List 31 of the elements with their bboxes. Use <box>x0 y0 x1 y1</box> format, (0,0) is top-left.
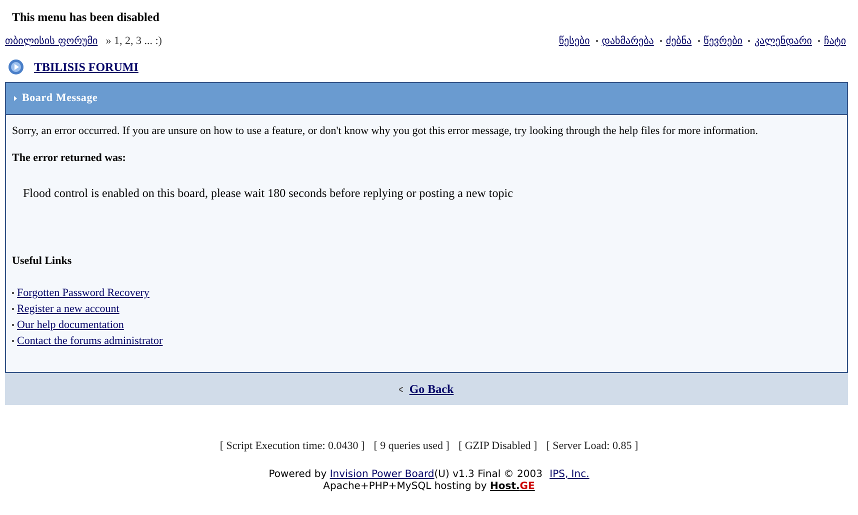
arrow-icon <box>14 96 17 101</box>
nav-link[interactable]: წესები <box>558 34 590 48</box>
nav-link[interactable]: ჩატი <box>824 34 846 48</box>
powered-by-text: Powered by Invision Power Board(U) v1.3 Final © 2003 IPS, Inc. <box>268 468 590 480</box>
nav-link[interactable]: დახმარება <box>602 34 654 48</box>
help-link[interactable]: Contact the forums administrator <box>17 333 163 349</box>
nav-link[interactable]: კალენდარი <box>754 34 812 48</box>
error-heading: The error returned was: <box>12 151 127 166</box>
play-icon <box>8 59 24 75</box>
error-message: Flood control is enabled on this board, please wait 180 seconds before replying or posting a new topic <box>22 184 514 202</box>
help-link[interactable]: Our help documentation <box>17 317 124 333</box>
useful-links-heading: Useful Links <box>12 254 73 268</box>
stat-text: [ Server Load: 0.85 ] <box>546 439 638 454</box>
help-link[interactable]: Register a new account <box>17 301 120 317</box>
help-link[interactable]: Forgotten Password Recovery <box>17 285 150 301</box>
stat-text: [ Script Execution time: 0.0430 ] <box>220 439 365 454</box>
nav-link[interactable]: ძებნა <box>666 34 692 48</box>
nav-link[interactable]: წევრები <box>704 34 742 48</box>
host-link[interactable]: Host.GE <box>490 480 535 492</box>
forum-title-link[interactable]: TBILISIS FORUMI <box>34 58 138 76</box>
stat-text: [ GZIP Disabled ] <box>458 439 538 454</box>
error-intro: Sorry, an error occurred. If you are unsure on how to use a feature, or don't know why you got this error message, try looking through the help files for more information. <box>12 124 760 139</box>
breadcrumb-text: » 1, 2, 3 ... :) <box>106 34 162 49</box>
go-back-link[interactable]: Go Back <box>409 380 454 398</box>
disabled-notice: This menu has been disabled <box>12 10 160 24</box>
stat-text: [ 9 queries used ] <box>374 439 450 454</box>
breadcrumb-link[interactable]: თბილისის ფორუმი <box>5 34 98 48</box>
company-link[interactable]: IPS, Inc. <box>550 468 590 480</box>
product-link[interactable]: Invision Power Board <box>330 468 434 480</box>
hosting-text: Apache+PHP+MySQL hosting by Host.GE <box>323 480 535 492</box>
panel-title: Board Message <box>22 91 98 106</box>
